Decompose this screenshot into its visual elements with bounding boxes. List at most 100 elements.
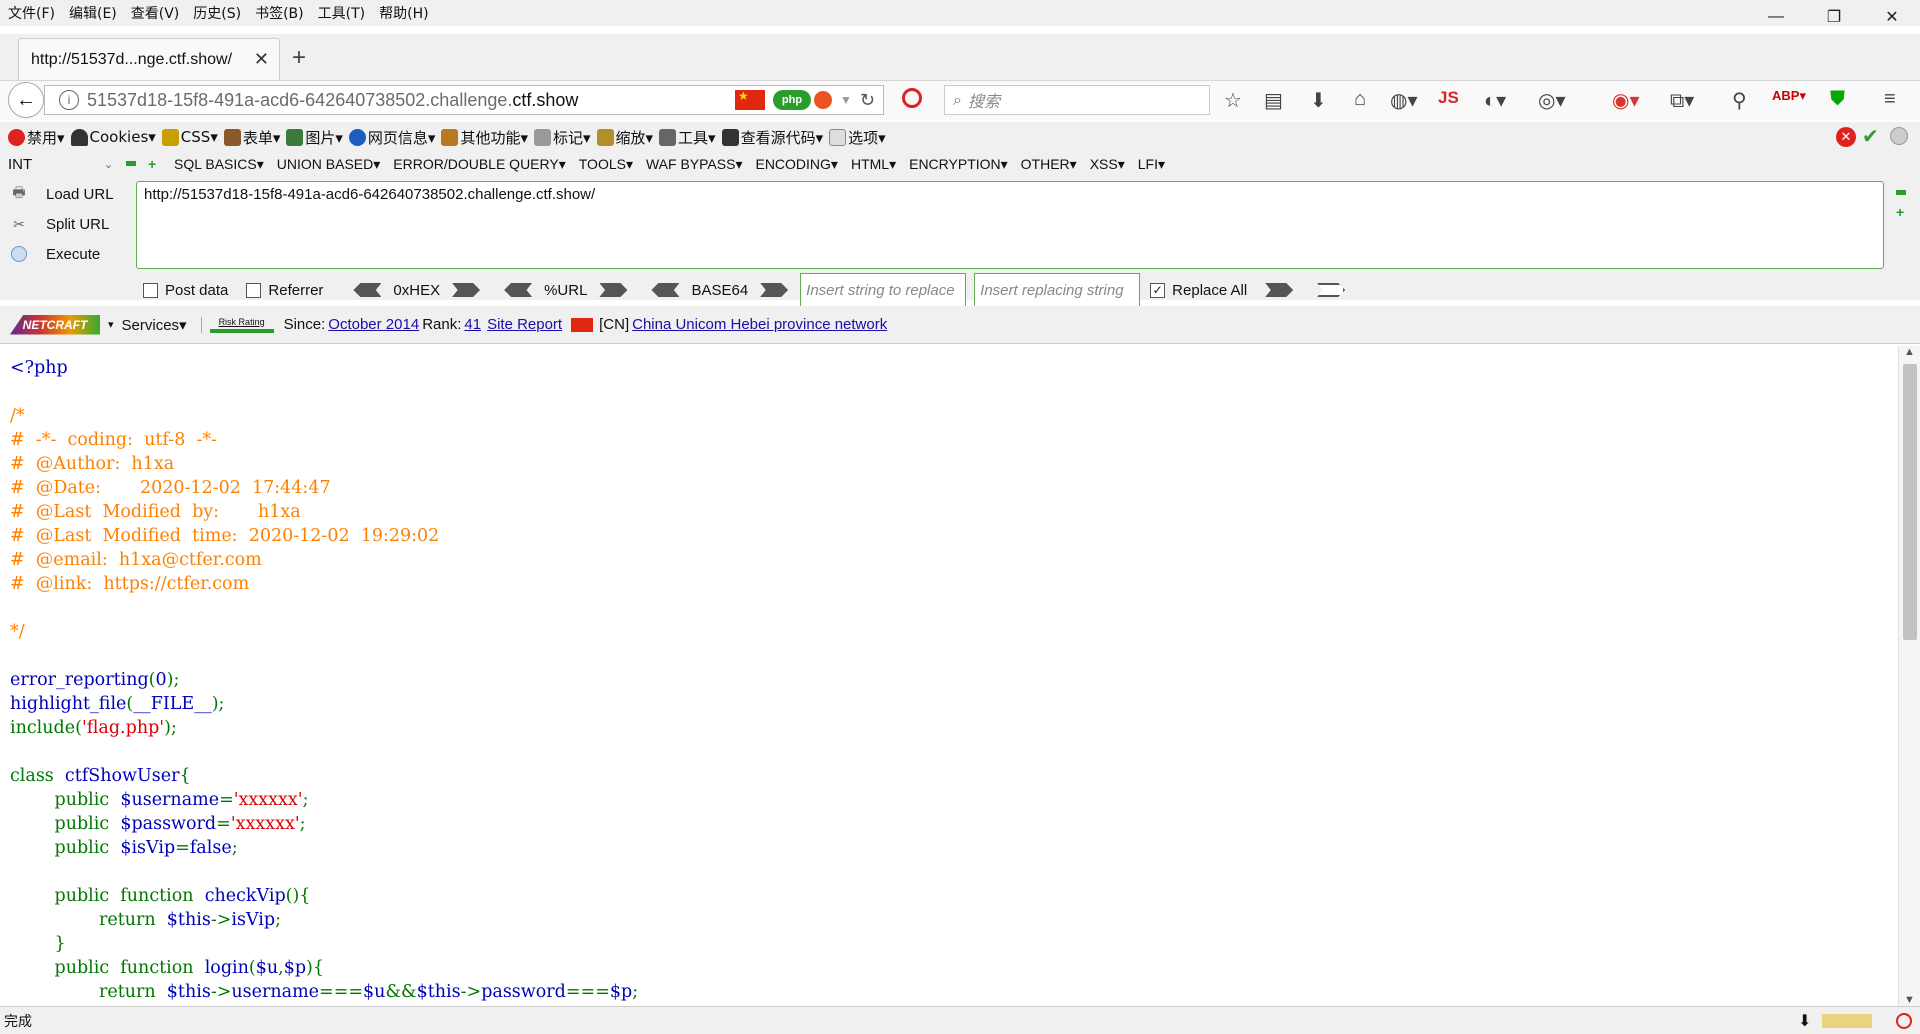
translate-icon[interactable]: ◐▾	[1484, 88, 1506, 113]
url-decode-arrow-icon[interactable]	[504, 283, 533, 297]
menu-edit[interactable]: 编辑(E)	[62, 3, 124, 23]
increase-icon[interactable]: +	[148, 156, 156, 172]
menu-union-based[interactable]: UNION BASED▾	[277, 156, 381, 173]
tab-close-icon[interactable]: ✕	[254, 49, 269, 70]
rank-link[interactable]: 41	[464, 316, 481, 333]
scroll-up-icon[interactable]: ▲	[1904, 346, 1915, 358]
menu-history[interactable]: 历史(S)	[186, 3, 248, 23]
blocked-icon[interactable]	[1896, 1012, 1912, 1029]
china-flag-icon[interactable]	[735, 89, 766, 110]
scrollbar-thumb[interactable]	[1903, 364, 1917, 640]
replace-with-input[interactable]: Insert replacing string	[974, 273, 1141, 307]
toolbar-misc[interactable]: 其他功能▾	[441, 127, 528, 148]
palette-icon[interactable]: ◎▾	[1538, 88, 1566, 113]
dropdown-arrow-icon[interactable]: ▼	[840, 93, 852, 107]
shrink-icon[interactable]	[1896, 190, 1906, 195]
error-status-icon[interactable]: ✕	[1836, 127, 1856, 147]
toolbar-disable[interactable]: 禁用▾	[8, 127, 65, 148]
php-icon[interactable]: php	[773, 90, 812, 110]
toolbar-tools[interactable]: 工具▾	[659, 127, 716, 148]
search-input[interactable]: ⌕ 搜索	[944, 85, 1210, 115]
toolbar-page-info[interactable]: 网页信息▾	[348, 127, 435, 148]
js-toggle-icon[interactable]: JS	[1438, 88, 1459, 108]
menu-other[interactable]: OTHER▾	[1021, 156, 1077, 173]
hex-encode-arrow-icon[interactable]	[452, 283, 481, 297]
share-icon[interactable]: ⧉▾	[1670, 88, 1694, 113]
valid-check-icon[interactable]: ✔	[1862, 124, 1879, 149]
ubuntu-icon[interactable]	[814, 91, 833, 109]
menu-file[interactable]: 文件(F)	[0, 3, 62, 23]
extension-red-icon[interactable]: ◉▾	[1612, 88, 1640, 113]
menu-bookmarks[interactable]: 书签(B)	[248, 3, 311, 23]
menu-waf-bypass[interactable]: WAF BYPASS▾	[646, 156, 743, 173]
toolbar-outline[interactable]: 标记▾	[533, 127, 591, 148]
shield-icon[interactable]: ⛊	[1830, 88, 1845, 111]
menu-encryption[interactable]: ENCRYPTION▾	[909, 156, 1008, 173]
back-button[interactable]: ←	[8, 82, 44, 118]
menu-tools[interactable]: 工具(T)	[311, 3, 372, 23]
bookmark-star-icon[interactable]: ☆	[1224, 88, 1242, 113]
hamburger-menu-icon[interactable]: ≡	[1884, 88, 1896, 111]
scroll-down-icon[interactable]: ▼	[1904, 994, 1915, 1006]
home-icon[interactable]: ⌂	[1354, 88, 1366, 111]
status-circle-icon[interactable]	[1890, 127, 1908, 145]
load-url-button[interactable]: 🖶 Load URL	[8, 184, 113, 204]
noscript-icon[interactable]	[902, 88, 922, 114]
base64-decode-arrow-icon[interactable]	[651, 283, 680, 297]
menu-tools[interactable]: TOOLS▾	[579, 156, 633, 173]
download-status-icon[interactable]: ⬇	[1798, 1011, 1811, 1030]
toolbar-cookies[interactable]: Cookies▾	[70, 128, 156, 146]
menu-help[interactable]: 帮助(H)	[372, 3, 435, 23]
replace-all-option[interactable]: ✓ Replace All	[1150, 282, 1247, 299]
replace-all-checkbox[interactable]: ✓	[1150, 282, 1166, 298]
close-window-button[interactable]: ✕	[1864, 0, 1920, 34]
url-encode-arrow-icon[interactable]	[599, 283, 628, 297]
menu-encoding[interactable]: ENCODING▾	[755, 156, 837, 173]
referrer-checkbox[interactable]	[246, 282, 262, 298]
network-link[interactable]: China Unicom Hebei province network	[632, 316, 887, 333]
address-bar[interactable]: i 51537d18-15f8-491a-acd6-642640738502.c…	[44, 85, 884, 115]
toolbar-options[interactable]: 选项▾	[829, 127, 886, 148]
toolbar-images[interactable]: 图片▾	[286, 127, 343, 148]
menu-xss[interactable]: XSS▾	[1090, 156, 1125, 173]
new-tab-button[interactable]: +	[292, 44, 306, 72]
hackbar-url-textarea[interactable]: http://51537d18-15f8-491a-acd6-642640738…	[136, 181, 1884, 269]
menu-sql-basics[interactable]: SQL BASICS▾	[174, 156, 264, 173]
zoom-icon[interactable]: ⚲	[1732, 88, 1747, 113]
maximize-button[interactable]: ❐	[1806, 0, 1862, 34]
site-report-link[interactable]: Site Report	[487, 316, 562, 333]
toolbar-view-source[interactable]: 查看源代码▾	[721, 127, 823, 148]
services-menu[interactable]: Services▾	[122, 316, 187, 334]
toolbar-css[interactable]: CSS▾	[161, 128, 218, 146]
replace-next-arrow-icon[interactable]	[1317, 283, 1346, 297]
chevron-down-icon[interactable]: ▾	[108, 318, 114, 331]
adblock-icon[interactable]: ABP▾	[1772, 88, 1806, 104]
toolbar-forms[interactable]: 表单▾	[223, 127, 280, 148]
vertical-scrollbar[interactable]: ▲ ▼	[1898, 346, 1920, 1006]
hex-decode-arrow-icon[interactable]	[353, 283, 382, 297]
menu-error-double-query[interactable]: ERROR/DOUBLE QUERY▾	[393, 156, 565, 173]
split-url-button[interactable]: ✂ Split URL	[8, 214, 109, 234]
addon-icon[interactable]	[1822, 1013, 1872, 1028]
execute-button[interactable]: Execute	[8, 244, 100, 264]
replace-search-input[interactable]: Insert string to replace	[800, 273, 967, 307]
reload-icon[interactable]: ↻	[860, 90, 875, 111]
menu-html[interactable]: HTML▾	[851, 156, 896, 173]
minimize-button[interactable]: —	[1748, 0, 1804, 34]
post-data-option[interactable]: Post data	[143, 282, 228, 299]
netcraft-logo[interactable]: NETCRAFT	[10, 314, 100, 335]
toolbar-resize[interactable]: 缩放▾	[596, 127, 653, 148]
info-icon[interactable]: i	[59, 90, 79, 110]
post-data-checkbox[interactable]	[143, 282, 158, 298]
type-select[interactable]: INT ⌄	[8, 153, 120, 175]
browser-tab[interactable]: http://51537d...nge.ctf.show/ ✕	[18, 38, 280, 80]
base64-encode-arrow-icon[interactable]	[760, 283, 789, 297]
since-link[interactable]: October 2014	[328, 316, 419, 333]
download-icon[interactable]: ⬇	[1310, 88, 1327, 113]
menu-view[interactable]: 查看(V)	[124, 3, 187, 23]
decrease-icon[interactable]	[126, 161, 136, 166]
reading-list-icon[interactable]: ▤	[1264, 88, 1283, 113]
replace-arrow-icon[interactable]	[1265, 283, 1294, 297]
referrer-option[interactable]: Referrer	[246, 282, 323, 299]
globe-icon[interactable]: ◍▾	[1390, 88, 1418, 113]
